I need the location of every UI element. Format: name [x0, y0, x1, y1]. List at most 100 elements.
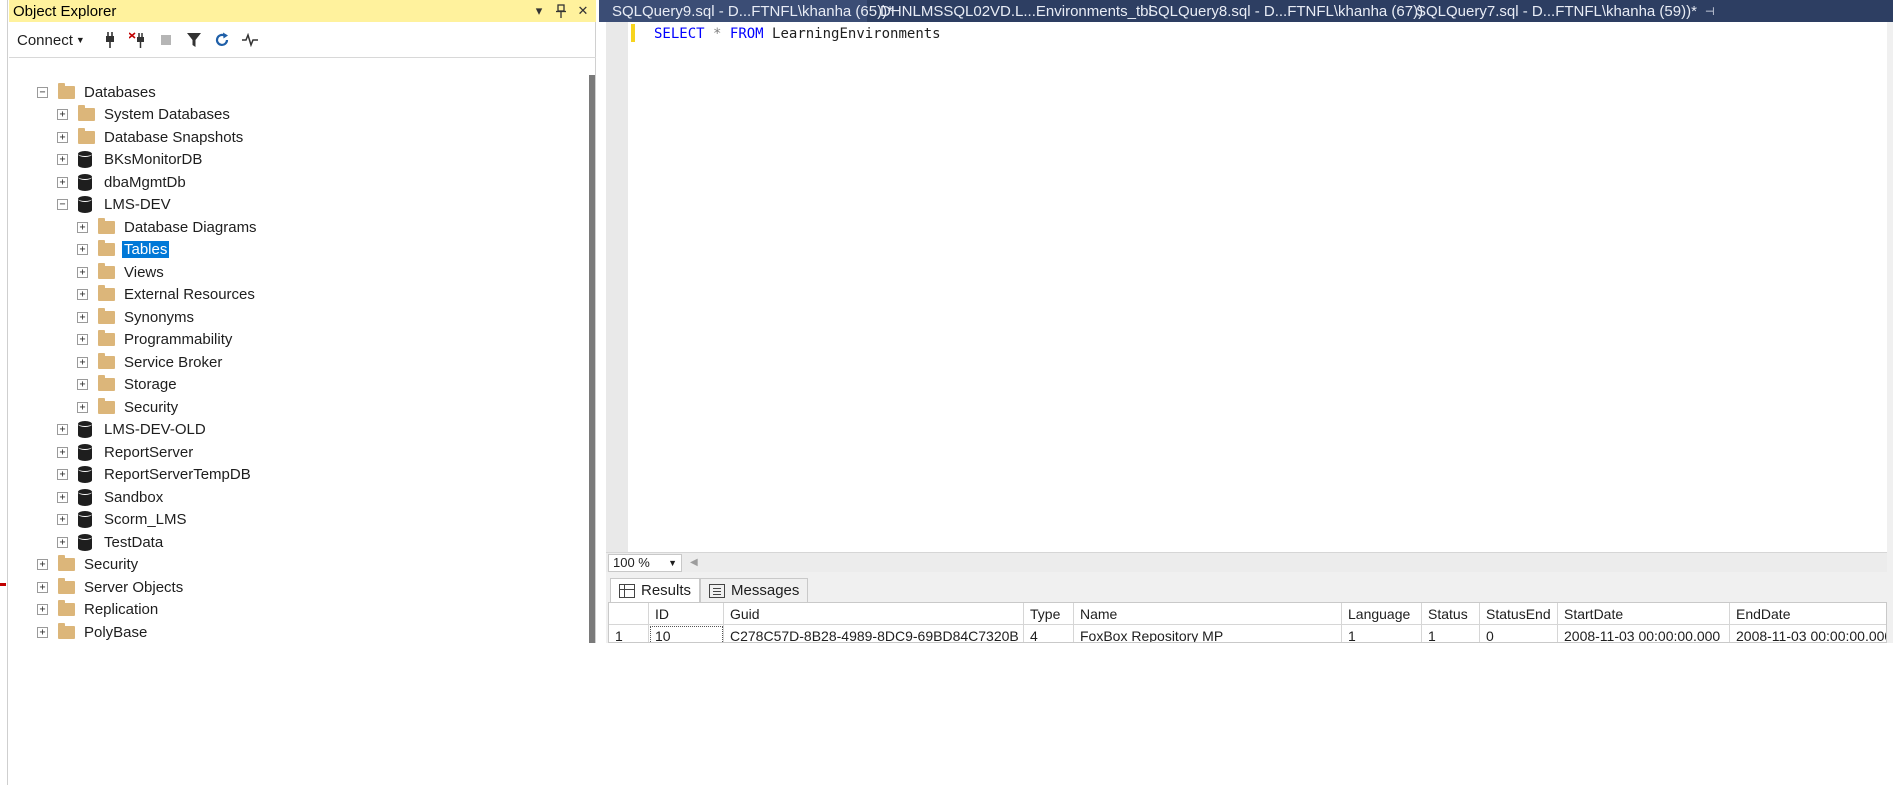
expand-icon[interactable]: +	[37, 604, 48, 616]
tree-node[interactable]: + TestData	[9, 531, 584, 554]
expand-icon[interactable]: +	[57, 424, 68, 436]
tree-node-label[interactable]: LMS-DEV	[102, 196, 173, 213]
collapse-icon[interactable]: −	[37, 86, 48, 98]
tree-node[interactable]: + Sandbox	[9, 486, 584, 509]
connect-button[interactable]: Connect ▼	[17, 32, 85, 49]
row-number[interactable]: 1	[609, 625, 649, 642]
table-cell[interactable]: 2008-11-03 00:00:00.000	[1558, 625, 1730, 642]
tree-node[interactable]: − Databases	[9, 81, 584, 104]
expand-icon[interactable]: +	[57, 514, 68, 526]
tree-node[interactable]: + PolyBase	[9, 621, 584, 644]
tree-node-label[interactable]: Synonyms	[122, 309, 196, 326]
tree-node-label[interactable]: PolyBase	[82, 624, 149, 641]
results-tab[interactable]: Messages	[700, 578, 809, 602]
column-header[interactable]: Type	[1024, 603, 1074, 625]
tree-node-label[interactable]: Scorm_LMS	[102, 511, 189, 528]
expand-icon[interactable]: +	[57, 536, 68, 548]
tree-node-label[interactable]: Security	[82, 556, 140, 573]
expand-icon[interactable]: +	[37, 581, 48, 593]
tree-node-label[interactable]: Replication	[82, 601, 160, 618]
table-cell[interactable]: 4	[1024, 625, 1074, 642]
tree-node[interactable]: + Tables	[9, 239, 584, 262]
table-cell[interactable]: 2008-11-03 00:00:00.000	[1730, 625, 1886, 642]
column-header[interactable]: ID	[649, 603, 724, 625]
tree-node[interactable]: + Storage	[9, 374, 584, 397]
tree-node[interactable]: + Views	[9, 261, 584, 284]
scroll-left-icon[interactable]: ◀	[690, 557, 698, 568]
query-text[interactable]: SELECT * FROM LearningEnvironments	[654, 24, 941, 44]
tree-node[interactable]: + Security	[9, 396, 584, 419]
tree-node[interactable]: + Programmability	[9, 329, 584, 352]
tree-node-label[interactable]: External Resources	[122, 286, 257, 303]
tree-node-label[interactable]: Tables	[120, 240, 171, 260]
expand-icon[interactable]: +	[57, 446, 68, 458]
table-cell[interactable]: FoxBox Repository MP	[1074, 625, 1342, 642]
stop-icon[interactable]	[155, 29, 177, 51]
table-cell[interactable]: 1	[1422, 625, 1480, 642]
tree-node[interactable]: + BKsMonitorDB	[9, 149, 584, 172]
tree-node-label[interactable]: BKsMonitorDB	[102, 151, 204, 168]
column-header[interactable]: Guid	[724, 603, 1024, 625]
zoom-dropdown[interactable]: 100 % ▼	[608, 553, 682, 572]
column-header[interactable]: StartDate	[1558, 603, 1730, 625]
collapse-icon[interactable]: −	[57, 199, 68, 211]
tree-node-label[interactable]: Sandbox	[102, 489, 165, 506]
expand-icon[interactable]: +	[77, 244, 88, 256]
expand-icon[interactable]: +	[57, 109, 68, 121]
tree-node[interactable]: + dbaMgmtDb	[9, 171, 584, 194]
pin-icon[interactable]	[552, 1, 570, 21]
tree-node-label[interactable]: Programmability	[122, 331, 234, 348]
column-header[interactable]: Name	[1074, 603, 1342, 625]
column-header[interactable]: Status	[1422, 603, 1480, 625]
tree-node-label[interactable]: Security	[122, 399, 180, 416]
expand-icon[interactable]: +	[77, 221, 88, 233]
document-tab[interactable]: SQLQuery8.sql - D...FTNFL\khanha (67))	[1135, 0, 1423, 22]
tree-node-label[interactable]: Database Diagrams	[122, 219, 259, 236]
tree-node-label[interactable]: Server Objects	[82, 579, 185, 596]
tree-node[interactable]: + Database Diagrams	[9, 216, 584, 239]
column-header[interactable]	[609, 603, 649, 625]
tree-node[interactable]: + ReportServerTempDB	[9, 464, 584, 487]
tree-node[interactable]: + LMS-DEV-OLD	[9, 419, 584, 442]
table-cell[interactable]: 0	[1480, 625, 1558, 642]
expand-icon[interactable]: +	[57, 176, 68, 188]
refresh-icon[interactable]	[211, 29, 233, 51]
expand-icon[interactable]: +	[57, 131, 68, 143]
table-cell[interactable]: 10	[649, 625, 724, 642]
expand-icon[interactable]: +	[77, 356, 88, 368]
connect-icon[interactable]	[99, 29, 121, 51]
tree-node-label[interactable]: Database Snapshots	[102, 129, 245, 146]
column-header[interactable]: StatusEnd	[1480, 603, 1558, 625]
expand-icon[interactable]: +	[77, 379, 88, 391]
query-editor[interactable]: SELECT * FROM LearningEnvironments	[606, 22, 1887, 552]
close-icon[interactable]: ✕	[574, 1, 592, 21]
expand-icon[interactable]: +	[37, 626, 48, 638]
tree-node[interactable]: + Server Objects	[9, 576, 584, 599]
results-tab[interactable]: Results	[610, 578, 701, 602]
tree-node-label[interactable]: Views	[122, 264, 166, 281]
tree-node[interactable]: + Database Snapshots	[9, 126, 584, 149]
document-tab[interactable]: SQLQuery7.sql - D...FTNFL\khanha (59))* ⊣	[1403, 0, 1893, 22]
expand-icon[interactable]: +	[57, 469, 68, 481]
tree-node-label[interactable]: System Databases	[102, 106, 232, 123]
tree-node[interactable]: + ReportServer	[9, 441, 584, 464]
tree-node-label[interactable]: Storage	[122, 376, 179, 393]
expand-icon[interactable]: +	[77, 401, 88, 413]
document-tab[interactable]: SQLQuery9.sql - D...FTNFL\khanha (65))*	[599, 0, 893, 22]
expand-icon[interactable]: +	[57, 491, 68, 503]
tree-node[interactable]: + Security	[9, 554, 584, 577]
tree-node[interactable]: + System Databases	[9, 104, 584, 127]
tree-node[interactable]: + Service Broker	[9, 351, 584, 374]
table-cell[interactable]: 1	[1342, 625, 1422, 642]
tree-vertical-scrollbar[interactable]	[589, 75, 595, 643]
column-header[interactable]: EndDate	[1730, 603, 1886, 625]
tree-node-label[interactable]: TestData	[102, 534, 165, 551]
expand-icon[interactable]: +	[77, 334, 88, 346]
expand-icon[interactable]: +	[77, 311, 88, 323]
filter-icon[interactable]	[183, 29, 205, 51]
tree-node-label[interactable]: ReportServer	[102, 444, 195, 461]
tree-node[interactable]: + Scorm_LMS	[9, 509, 584, 532]
tree-node[interactable]: − LMS-DEV	[9, 194, 584, 217]
tree-node[interactable]: + Replication	[9, 599, 584, 622]
column-header[interactable]: Language	[1342, 603, 1422, 625]
